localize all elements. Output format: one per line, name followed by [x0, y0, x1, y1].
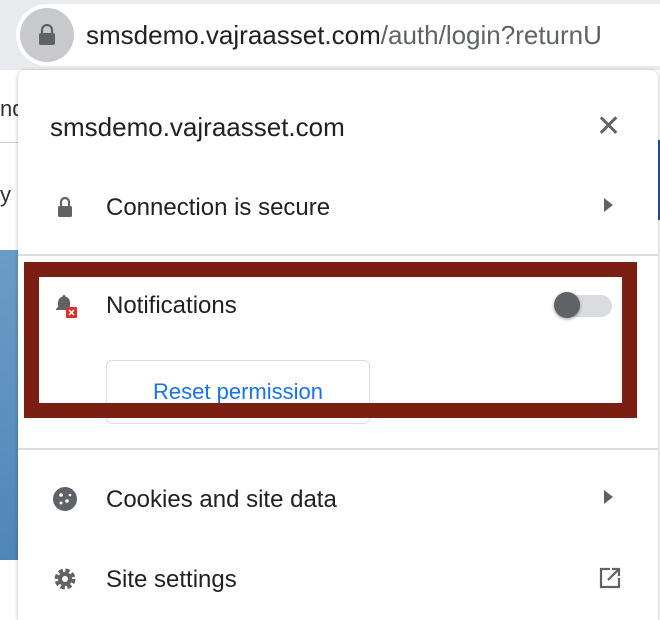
reset-permission-button[interactable]: Reset permission: [106, 360, 370, 424]
gear-icon: [54, 568, 76, 590]
divider: [18, 254, 658, 256]
connection-label: Connection is secure: [106, 194, 331, 221]
url-path: /auth/login?returnU: [380, 20, 602, 50]
site-settings-label: Site settings: [106, 566, 237, 593]
background-image: [0, 250, 20, 560]
cookie-icon: [53, 487, 77, 511]
site-settings-row[interactable]: Site settings: [18, 554, 658, 604]
popup-title: smsdemo.vajraasset.com: [50, 112, 345, 142]
bell-blocked-icon: [56, 295, 77, 318]
lock-icon: [39, 24, 55, 45]
close-icon[interactable]: ✕: [596, 112, 621, 142]
lock-icon: [58, 196, 72, 217]
divider: [18, 448, 658, 450]
site-info-button[interactable]: [20, 8, 74, 62]
notifications-toggle[interactable]: [554, 292, 614, 318]
arrow-right-icon: [604, 490, 613, 504]
background-text: y: [0, 182, 11, 207]
toggle-knob: [554, 292, 580, 318]
site-info-popup: smsdemo.vajraasset.com ✕ Connection is s…: [18, 70, 658, 620]
arrow-right-icon: [604, 198, 613, 212]
connection-row[interactable]: Connection is secure: [18, 182, 658, 232]
browser-toolbar: smsdemo.vajraasset.com/auth/login?return…: [0, 0, 660, 70]
cookies-label: Cookies and site data: [106, 486, 337, 513]
url-text[interactable]: smsdemo.vajraasset.com/auth/login?return…: [86, 20, 602, 51]
open-external-icon: [599, 567, 621, 589]
reset-permission-label: Reset permission: [153, 379, 323, 404]
cookies-row[interactable]: Cookies and site data: [18, 474, 658, 524]
url-host: smsdemo.vajraasset.com: [86, 20, 381, 50]
notifications-label: Notifications: [106, 292, 237, 319]
